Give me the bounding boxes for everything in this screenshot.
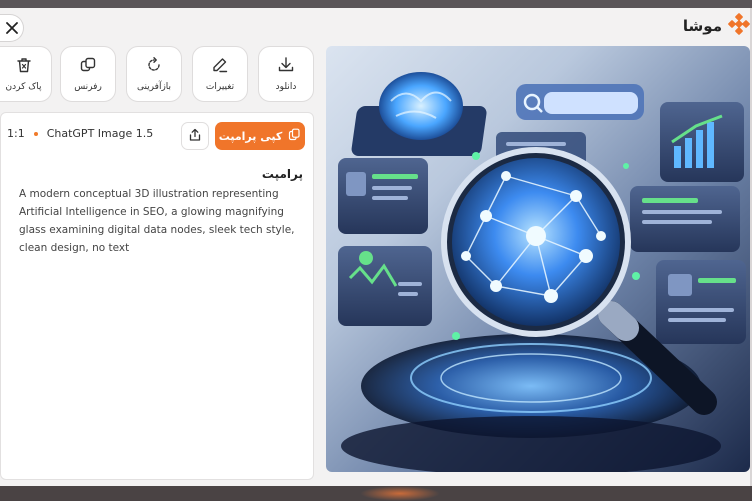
regenerate-button[interactable]: بازآفرینی bbox=[126, 46, 182, 102]
reference-icon bbox=[79, 56, 97, 78]
copy-icon bbox=[288, 128, 301, 144]
image-detail-modal: موشا دانلود تغییرات بازآفرینی رفرنس پاک … bbox=[0, 8, 752, 486]
delete-label: پاک کردن bbox=[5, 82, 42, 92]
edit-button[interactable]: تغییرات bbox=[192, 46, 248, 102]
prompt-text: A modern conceptual 3D illustration repr… bbox=[19, 188, 295, 254]
delete-button[interactable]: پاک کردن bbox=[0, 46, 52, 102]
download-icon bbox=[277, 56, 295, 78]
reference-button[interactable]: رفرنس bbox=[60, 46, 116, 102]
aspect-ratio: 1:1 bbox=[7, 127, 25, 140]
download-button[interactable]: دانلود bbox=[258, 46, 314, 102]
brand[interactable]: موشا bbox=[682, 13, 750, 39]
edit-label: تغییرات bbox=[205, 82, 235, 92]
download-label: دانلود bbox=[275, 82, 297, 92]
close-button[interactable] bbox=[0, 14, 24, 42]
meta-separator bbox=[33, 131, 38, 136]
reference-label: رفرنس bbox=[74, 82, 102, 92]
share-button[interactable] bbox=[181, 122, 209, 150]
copy-prompt-button[interactable]: کپی پرامپت bbox=[215, 122, 305, 150]
background-top bbox=[0, 0, 752, 8]
regenerate-icon bbox=[145, 56, 163, 78]
model-name: ChatGPT Image 1.5 bbox=[46, 127, 154, 140]
brand-logo-icon bbox=[728, 13, 750, 39]
regenerate-label: بازآفرینی bbox=[136, 82, 172, 92]
toolbar: دانلود تغییرات بازآفرینی رفرنس پاک کردن bbox=[0, 46, 318, 106]
image-meta: 1:1 ChatGPT Image 1.5 bbox=[7, 127, 153, 140]
prompt-panel: 1:1 ChatGPT Image 1.5 کپی پرامپت پرامپت … bbox=[0, 112, 314, 480]
generated-image[interactable] bbox=[326, 46, 750, 472]
close-icon bbox=[5, 19, 18, 38]
trash-icon bbox=[15, 56, 33, 78]
brand-name: موشا bbox=[682, 17, 722, 35]
share-icon bbox=[188, 127, 202, 146]
edit-icon bbox=[211, 56, 229, 78]
background-bottom bbox=[0, 486, 752, 501]
prompt-heading: پرامپت bbox=[261, 167, 303, 181]
copy-prompt-label: کپی پرامپت bbox=[218, 129, 283, 143]
